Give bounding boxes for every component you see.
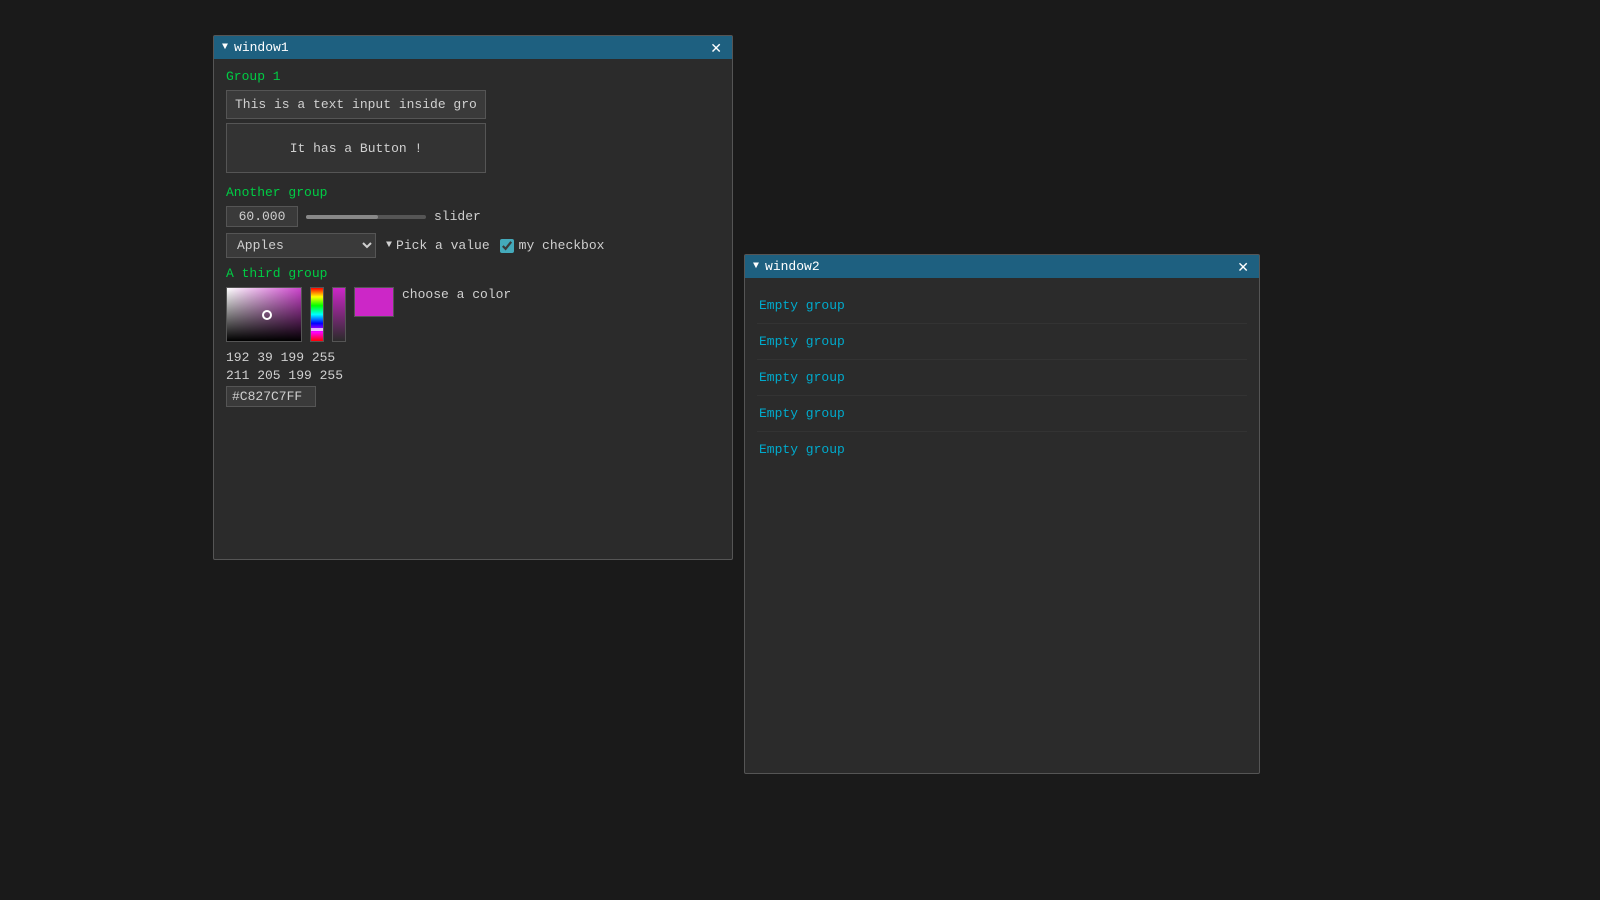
rgba-values-2: 211 205 199 255 [226, 368, 720, 383]
checkbox-text: my checkbox [519, 238, 605, 253]
group1-button[interactable]: It has a Button ! [290, 141, 423, 156]
window2-content: Empty groupEmpty groupEmpty groupEmpty g… [745, 278, 1259, 477]
combo-label-text: Pick a value [396, 238, 490, 253]
hue-marker [311, 328, 323, 331]
color-preview [354, 287, 394, 317]
window1: ▼ window1 ✕ Group 1 It has a Button ! An… [213, 35, 733, 560]
window2-collapse-arrow[interactable]: ▼ [753, 261, 759, 272]
empty-group-item-4[interactable]: Empty group [757, 396, 1247, 432]
choose-color-label: choose a color [402, 287, 511, 302]
empty-group-item-3[interactable]: Empty group [757, 360, 1247, 396]
combo-label[interactable]: ▼ Pick a value [386, 238, 490, 253]
window2-titlebar[interactable]: ▼ window2 ✕ [745, 255, 1259, 278]
empty-group-item-1[interactable]: Empty group [757, 288, 1247, 324]
hex-input[interactable] [226, 386, 316, 407]
another-group: Another group slider Apples Oranges Bana… [226, 185, 720, 258]
window1-title-left: ▼ window1 [222, 40, 289, 55]
checkbox-label[interactable]: my checkbox [500, 238, 605, 253]
third-group-label: A third group [226, 266, 720, 281]
hue-strip[interactable] [310, 287, 324, 342]
window1-title-text: window1 [234, 40, 289, 55]
window2-title-text: window2 [765, 259, 820, 274]
group1-label: Group 1 [226, 69, 720, 84]
slider-number-input[interactable] [226, 206, 298, 227]
slider-track[interactable] [306, 215, 426, 219]
group1-button-container: It has a Button ! [226, 123, 486, 173]
apples-dropdown[interactable]: Apples Oranges Bananas [226, 233, 376, 258]
color-picker-cursor [262, 310, 272, 320]
rgba-values-1: 192 39 199 255 [226, 350, 720, 365]
slider-fill [306, 215, 378, 219]
combo-arrow-icon: ▼ [386, 240, 392, 251]
dropdown-row: Apples Oranges Bananas ▼ Pick a value my… [226, 233, 720, 258]
empty-group-item-5[interactable]: Empty group [757, 432, 1247, 467]
window2-close-button[interactable]: ✕ [1235, 260, 1251, 274]
color-picker-row: choose a color [226, 287, 720, 342]
group1-text-input[interactable] [226, 90, 486, 119]
color-gradient-picker[interactable] [226, 287, 302, 342]
empty-group-item-2[interactable]: Empty group [757, 324, 1247, 360]
slider-row: slider [226, 206, 720, 227]
my-checkbox[interactable] [500, 239, 514, 253]
slider-label: slider [434, 209, 481, 224]
window1-close-button[interactable]: ✕ [708, 41, 724, 55]
third-group: A third group choose a color 192 39 199 … [226, 266, 720, 407]
window1-content: Group 1 It has a Button ! Another group … [214, 59, 732, 417]
alpha-strip[interactable] [332, 287, 346, 342]
window1-titlebar[interactable]: ▼ window1 ✕ [214, 36, 732, 59]
window1-collapse-arrow[interactable]: ▼ [222, 42, 228, 53]
another-group-label: Another group [226, 185, 720, 200]
window2: ▼ window2 ✕ Empty groupEmpty groupEmpty … [744, 254, 1260, 774]
window2-title-left: ▼ window2 [753, 259, 820, 274]
